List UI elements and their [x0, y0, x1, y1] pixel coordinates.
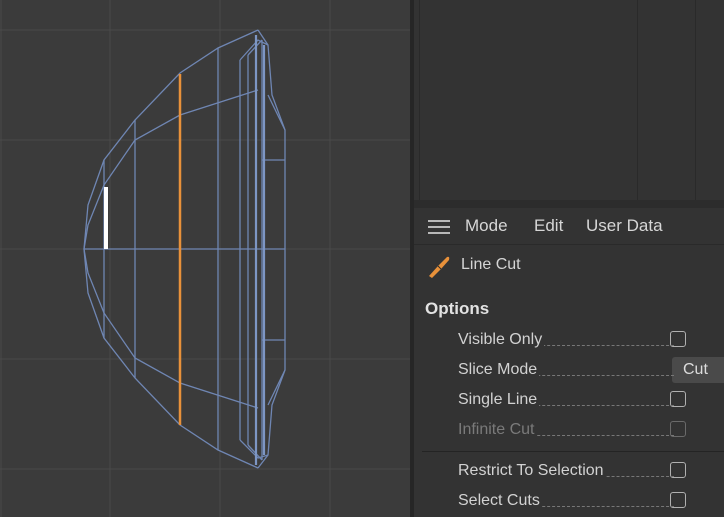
- column-divider: [419, 0, 420, 200]
- option-label: Restrict To Selection: [458, 462, 606, 480]
- option-restrict-to-selection: Restrict To Selection: [458, 459, 724, 485]
- wireframe-canvas[interactable]: [0, 0, 410, 517]
- option-infinite-cut: Infinite Cut: [458, 418, 724, 444]
- options-section-title: Options: [425, 299, 490, 318]
- attribute-panel: Mode Edit User Data Line Cut Options Vis…: [414, 0, 724, 517]
- panel-edge: [414, 200, 724, 208]
- option-select-cuts: Select Cuts: [458, 489, 724, 515]
- 3d-viewport[interactable]: [0, 0, 410, 517]
- option-label: Visible Only: [458, 331, 545, 349]
- tool-header: Line Cut: [414, 245, 724, 285]
- option-label: Select Cuts: [458, 492, 542, 510]
- attribute-menubar: Mode Edit User Data: [414, 208, 724, 245]
- object-manager-area[interactable]: [414, 0, 724, 208]
- option-visible-only: Visible Only: [458, 328, 724, 354]
- mesh-wireframe: [83, 29, 286, 469]
- knife-icon: [429, 256, 450, 278]
- column-divider: [637, 0, 638, 200]
- mesh-outer-rims: [254, 35, 266, 465]
- option-label: Single Line: [458, 391, 540, 409]
- options-separator: [422, 451, 724, 452]
- hamburger-menu-icon[interactable]: [428, 220, 450, 234]
- menu-edit[interactable]: Edit: [534, 216, 563, 236]
- viewport-grid: [0, 0, 410, 517]
- slice-mode-dropdown[interactable]: Cut: [672, 357, 724, 383]
- option-slice-mode: Slice Mode Cut: [458, 357, 724, 384]
- option-single-line: Single Line: [458, 388, 724, 414]
- option-label: Infinite Cut: [458, 421, 537, 439]
- menu-mode[interactable]: Mode: [465, 216, 508, 236]
- menu-user-data[interactable]: User Data: [586, 216, 663, 236]
- tool-name: Line Cut: [461, 256, 521, 273]
- column-divider: [695, 0, 696, 200]
- option-label: Slice Mode: [458, 361, 540, 379]
